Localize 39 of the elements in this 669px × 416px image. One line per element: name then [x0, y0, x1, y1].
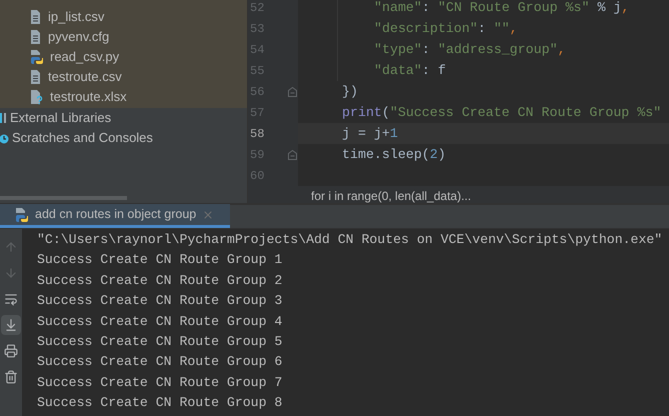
code-line: }): [342, 82, 358, 101]
text-file-icon: [30, 9, 42, 25]
code-line: j = j+1: [342, 124, 398, 143]
file-name[interactable]: testroute.xlsx: [50, 87, 127, 107]
python-file-icon: [15, 206, 29, 222]
file-name[interactable]: testroute.csv: [48, 67, 122, 87]
file-name[interactable]: read_csv.py: [50, 47, 120, 67]
console-line: Success Create CN Route Group 7: [37, 374, 284, 392]
console-line: Success Create CN Route Group 1: [37, 251, 284, 270]
python-file-icon: [30, 49, 44, 65]
scroll-to-end-icon[interactable]: [1, 315, 21, 335]
tree-root-label[interactable]: Scratches and Consoles: [12, 128, 153, 148]
console-line: Success Create CN Route Group 6: [37, 353, 284, 372]
fold-icon[interactable]: [288, 86, 297, 96]
file-name[interactable]: ip_list.csv: [48, 7, 104, 27]
fold-icon[interactable]: [288, 150, 297, 160]
text-file-icon: [30, 29, 42, 45]
tree-root-label[interactable]: External Libraries: [10, 108, 112, 128]
console-line: Success Create CN Route Group 4: [37, 312, 284, 331]
console-line: "C:\Users\raynorl\PycharmProjects\Add CN Routes on VCE\venv\Scripts\python.exe": [37, 231, 664, 249]
text-file-icon: [30, 69, 42, 85]
console-line: Success Create CN Route Group 2: [37, 272, 284, 290]
code-line: print("Success Create CN Route Group %s": [342, 104, 662, 122]
console-line: Success Create CN Route Group 3: [37, 292, 284, 310]
close-icon[interactable]: [202, 208, 214, 220]
library-icon: [0, 112, 8, 124]
code-line: "data": f: [374, 62, 446, 80]
console-line: Success Create CN Route Group 5: [37, 332, 284, 351]
run-tab[interactable]: add cn routes in object group: [0, 204, 230, 228]
breadcrumb[interactable]: for i in range(0, len(all_data)...: [311, 187, 472, 203]
code-line: "description": "",: [374, 20, 518, 38]
code-line: "type": "address_group",: [374, 40, 566, 59]
code-line: time.sleep(2): [342, 146, 446, 164]
file-name[interactable]: pyvenv.cfg: [48, 27, 110, 47]
unknown-file-icon: [30, 89, 44, 105]
clock-icon: [0, 132, 10, 144]
console-line: Success Create CN Route Group 8: [37, 394, 284, 412]
line-number: 58: [249, 126, 266, 142]
code-line: "name": "CN Route Group %s" % j,: [374, 0, 630, 17]
